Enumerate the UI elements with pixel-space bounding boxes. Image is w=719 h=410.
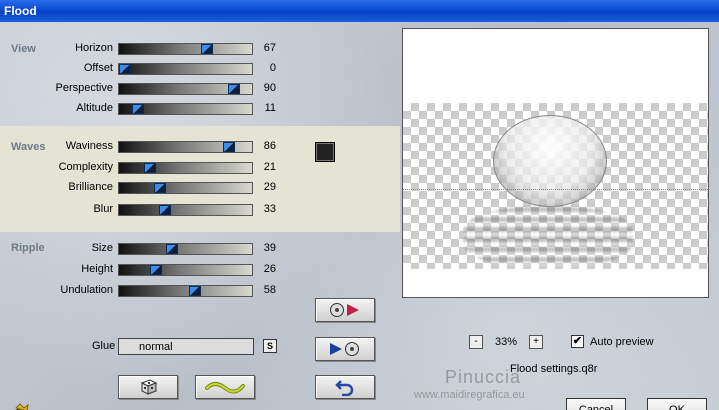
slider-thumb[interactable] xyxy=(166,244,178,254)
slider-label: Size xyxy=(91,242,113,254)
slider-row-brilliance: Brilliance 29 xyxy=(0,180,290,196)
slider-track-undulation[interactable] xyxy=(118,285,253,297)
slider-row-horizon: Horizon 67 xyxy=(0,41,290,57)
slider-thumb[interactable] xyxy=(150,265,162,275)
slider-row-undulation: Undulation 58 xyxy=(0,283,290,299)
slider-value[interactable]: 39 xyxy=(252,242,276,254)
disc-play-icon xyxy=(330,303,359,317)
slider-label: Horizon xyxy=(75,42,113,54)
auto-preview-label: Auto preview xyxy=(590,336,654,348)
dialog-body: View Waves Ripple Horizon 67 Offset 0 Pe… xyxy=(0,22,719,410)
slider-value[interactable]: 33 xyxy=(252,203,276,215)
glue-label: Glue xyxy=(92,340,116,352)
slider-thumb[interactable] xyxy=(189,286,201,296)
slider-value[interactable]: 29 xyxy=(252,181,276,193)
slider-track-horizon[interactable] xyxy=(118,43,253,55)
slider-row-perspective: Perspective 90 xyxy=(0,81,290,97)
filters-unlimited-logo-icon xyxy=(15,403,29,410)
slider-row-blur: Blur 33 xyxy=(0,202,290,218)
slider-label: Altitude xyxy=(76,102,113,114)
slider-label: Complexity xyxy=(58,161,113,173)
slider-value[interactable]: 11 xyxy=(252,102,276,114)
slider-row-size: Size 39 xyxy=(0,241,290,257)
slider-label: Perspective xyxy=(55,82,113,94)
slider-value[interactable]: 67 xyxy=(252,42,276,54)
slider-track-size[interactable] xyxy=(118,243,253,255)
slider-track-height[interactable] xyxy=(118,264,253,276)
load-settings-button[interactable] xyxy=(315,298,375,322)
slider-thumb[interactable] xyxy=(119,64,131,74)
slider-value[interactable]: 58 xyxy=(252,284,276,296)
slider-value[interactable]: 90 xyxy=(252,82,276,94)
undo-arrow-icon xyxy=(335,380,354,396)
title-bar: Flood xyxy=(0,0,719,22)
slider-value[interactable]: 86 xyxy=(252,140,276,152)
zoom-out-button[interactable]: - xyxy=(469,335,483,349)
slider-value[interactable]: 21 xyxy=(252,161,276,173)
slider-label: Blur xyxy=(93,203,113,215)
preview-water-reflection xyxy=(463,207,633,267)
save-settings-button[interactable] xyxy=(315,337,375,361)
cancel-button[interactable]: Cancel xyxy=(566,398,626,410)
slider-thumb[interactable] xyxy=(144,163,156,173)
auto-preview-checkbox[interactable]: ✔ xyxy=(571,335,584,348)
slider-row-complexity: Complexity 21 xyxy=(0,160,290,176)
slider-value[interactable]: 26 xyxy=(252,263,276,275)
play-disc-icon xyxy=(330,342,359,356)
slider-label: Undulation xyxy=(60,284,113,296)
slider-thumb[interactable] xyxy=(132,104,144,114)
slider-track-waviness[interactable] xyxy=(118,141,253,153)
slider-thumb[interactable] xyxy=(154,183,166,193)
slider-thumb[interactable] xyxy=(228,84,240,94)
glue-select[interactable]: normal xyxy=(118,338,254,355)
slider-row-altitude: Altitude 11 xyxy=(0,101,290,117)
wave-button[interactable] xyxy=(195,375,255,399)
slider-thumb[interactable] xyxy=(201,44,213,54)
slider-label: Brilliance xyxy=(68,181,113,193)
color-swatch[interactable] xyxy=(315,142,335,162)
slider-track-blur[interactable] xyxy=(118,204,253,216)
dice-icon xyxy=(140,379,158,395)
slider-track-perspective[interactable] xyxy=(118,83,253,95)
slider-value[interactable]: 0 xyxy=(252,62,276,74)
randomize-button[interactable] xyxy=(118,375,178,399)
slider-track-altitude[interactable] xyxy=(118,103,253,115)
slider-row-offset: Offset 0 xyxy=(0,61,290,77)
zoom-in-button[interactable]: + xyxy=(529,335,543,349)
slider-row-waviness: Waviness 86 xyxy=(0,139,290,155)
reset-button[interactable] xyxy=(315,375,375,399)
settings-filename: Flood settings.q8r xyxy=(510,363,598,375)
slider-label: Offset xyxy=(83,62,113,74)
ok-button[interactable]: OK xyxy=(647,398,707,410)
slider-thumb[interactable] xyxy=(223,142,235,152)
glue-s-button[interactable]: S xyxy=(263,339,277,353)
window-title: Flood xyxy=(4,4,37,18)
slider-label: Height xyxy=(81,263,113,275)
slider-track-complexity[interactable] xyxy=(118,162,253,174)
wave-icon xyxy=(205,382,245,394)
slider-label: Waviness xyxy=(65,140,113,152)
preview-pane[interactable] xyxy=(402,28,709,298)
slider-track-offset[interactable] xyxy=(118,63,253,75)
slider-thumb[interactable] xyxy=(159,205,171,215)
slider-track-brilliance[interactable] xyxy=(118,182,253,194)
preview-glass-sphere xyxy=(493,115,607,207)
watermark-url: www.maidiregrafica.eu xyxy=(414,389,525,401)
horizon-guide-line[interactable] xyxy=(403,189,708,190)
zoom-level: 33% xyxy=(495,336,518,348)
slider-row-height: Height 26 xyxy=(0,262,290,278)
